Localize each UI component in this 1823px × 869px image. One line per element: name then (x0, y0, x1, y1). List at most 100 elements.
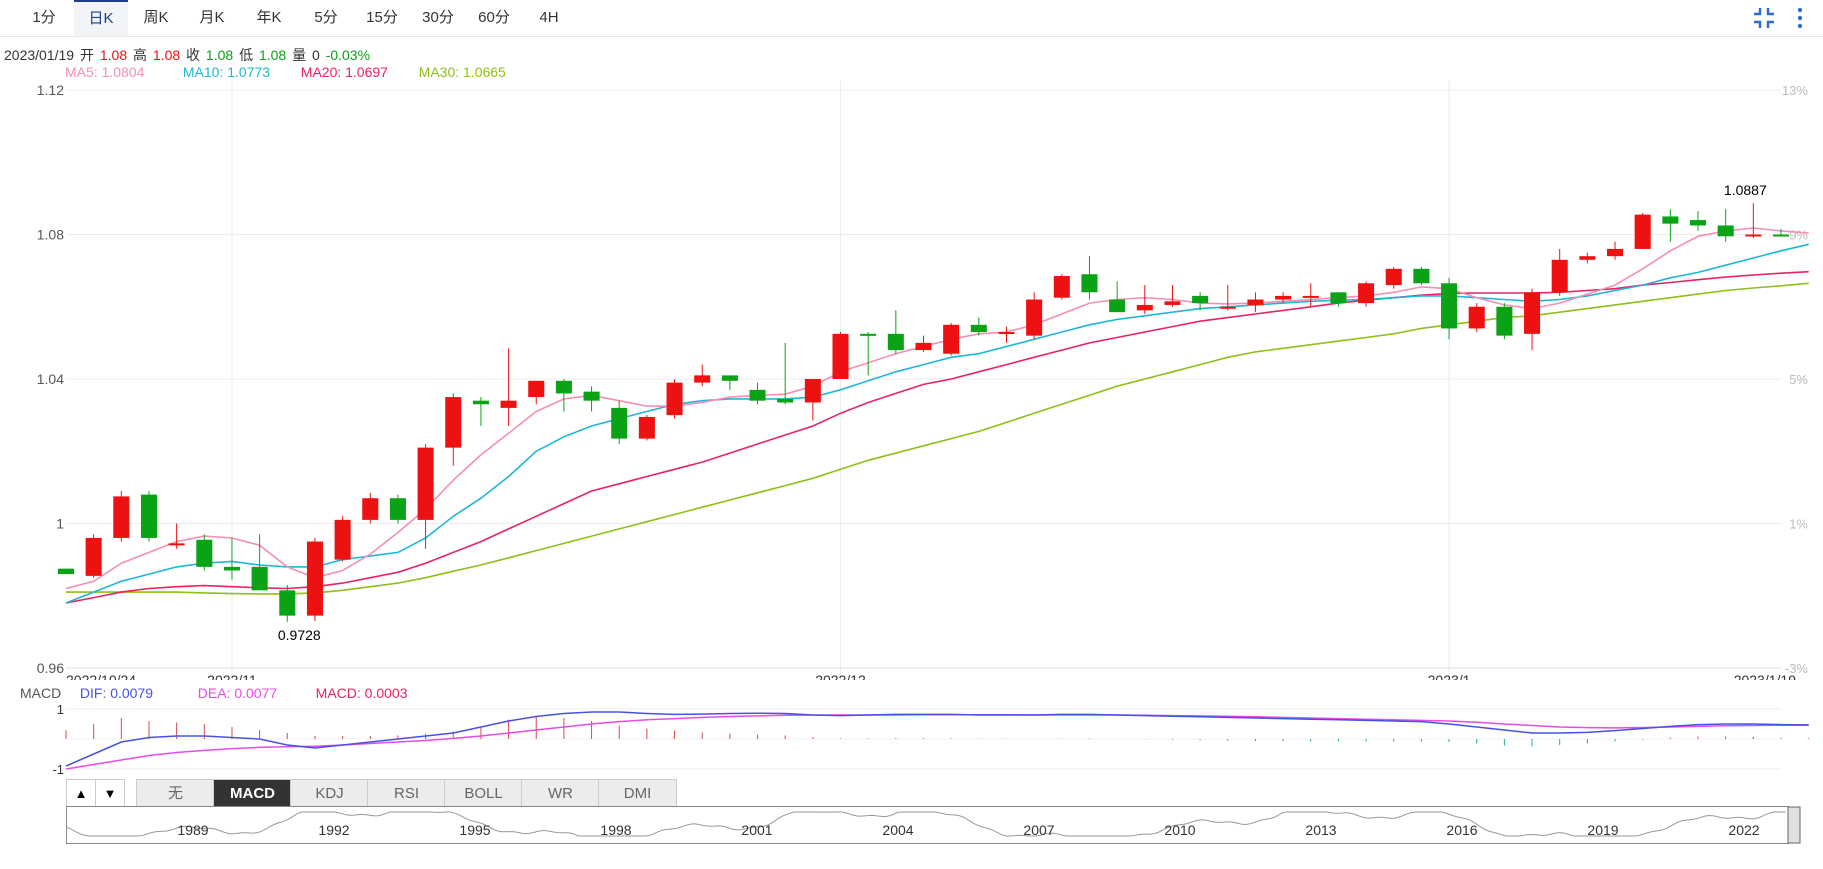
candle-body (1634, 214, 1651, 249)
scroll-down-button[interactable]: ▼ (95, 779, 125, 808)
candle (362, 492, 379, 524)
y-tick-label: 1 (56, 516, 64, 532)
candle-body (638, 416, 655, 439)
navigator-year-label: 2004 (882, 822, 913, 838)
candle (1689, 211, 1707, 231)
ma20-legend: MA20: 1.0697 (300, 64, 388, 80)
candle (168, 523, 185, 549)
candle (1662, 209, 1679, 242)
info-date: 2023/01/19 (4, 47, 75, 63)
candle (887, 310, 904, 354)
candle (860, 332, 877, 376)
tab-indicator-kdj[interactable]: KDJ (290, 779, 369, 808)
y-tick-label: 1.04 (37, 371, 64, 387)
navigator-year-label: 2010 (1164, 822, 1195, 838)
open-value: 1.08 (99, 47, 128, 63)
tab-5min[interactable]: 5分 (300, 0, 352, 36)
candle (638, 415, 655, 441)
collapse-icon[interactable] (1752, 6, 1776, 30)
candle (1441, 277, 1458, 340)
tab-indicator-dmi[interactable]: DMI (598, 779, 677, 808)
tab-weekly-k[interactable]: 周K (130, 0, 182, 36)
tab-indicator-rsi[interactable]: RSI (367, 779, 446, 808)
tab-indicator-none[interactable]: 无 (136, 779, 215, 808)
navigator-year-label: 1995 (459, 822, 490, 838)
high-label: 高 (133, 47, 147, 63)
ma5-legend: MA5: 1.0804 (65, 64, 145, 80)
tab-60min[interactable]: 60分 (466, 0, 522, 36)
price-annotation: 1.0887 (1724, 182, 1767, 198)
navigator-year-label: 1992 (318, 822, 349, 838)
candlestick-chart[interactable]: 1.121.081.0410.9613%9%5%1%-3%2022/10/24 2… (0, 80, 1823, 680)
candle (721, 375, 738, 390)
scroll-up-button[interactable]: ▲ (66, 779, 96, 808)
navigator-year-label: 2019 (1587, 822, 1618, 838)
range-navigator[interactable]: 1989 1992 1995 1998 2001 2004 2007 2010 2013 2016… (66, 806, 1812, 844)
candle (1136, 285, 1153, 314)
tab-indicator-boll[interactable]: BOLL (444, 779, 523, 808)
candle-body (389, 498, 406, 520)
macd-y-tick: 1 (57, 702, 64, 717)
tab-indicator-macd[interactable]: MACD (213, 779, 292, 808)
tab-daily-k[interactable]: 日K (74, 0, 128, 36)
volume-value: 0 (311, 47, 320, 63)
ma30-line (66, 282, 1809, 595)
candle-body (887, 333, 904, 351)
tab-30min[interactable]: 30分 (410, 0, 466, 36)
candle (1717, 209, 1734, 242)
candle-body (168, 543, 185, 546)
macd-y-tick: -1 (52, 762, 64, 777)
candle-body (528, 380, 545, 398)
pct-tick-label: 5% (1789, 372, 1808, 387)
candle-body (1413, 268, 1430, 284)
navigator-handle (1787, 806, 1801, 844)
candle (832, 332, 849, 379)
candle-body (1717, 225, 1734, 237)
tab-yearly-k[interactable]: 年K (243, 0, 295, 36)
candle-body (583, 391, 600, 401)
candle (140, 490, 158, 542)
candle-body (1219, 306, 1236, 309)
y-tick-label: 1.12 (37, 82, 64, 98)
tab-15min[interactable]: 15分 (354, 0, 410, 36)
ma5-line (65, 227, 1809, 590)
low-label: 低 (239, 47, 254, 63)
ma20-line (65, 270, 1809, 604)
close-label: 收 (186, 47, 201, 63)
x-tick-label: 2022/12 (815, 672, 866, 680)
candle (196, 534, 213, 571)
candle (251, 534, 268, 591)
candle (915, 335, 932, 352)
navigator-year-label: 2001 (741, 822, 772, 838)
candle-body (1524, 292, 1541, 334)
high-value: 1.08 (152, 47, 181, 63)
candle-body (1302, 295, 1319, 298)
candle-body (140, 494, 158, 538)
candle (1579, 252, 1596, 264)
candle-body (1441, 283, 1458, 329)
tab-4h[interactable]: 4H (524, 0, 574, 36)
candle-body (1026, 299, 1043, 336)
y-tick-label: 0.96 (37, 660, 64, 676)
tab-monthly-k[interactable]: 月K (186, 0, 238, 36)
close-value: 1.08 (205, 47, 234, 63)
more-vertical-icon[interactable] (1794, 6, 1806, 30)
candle-body (1081, 274, 1098, 293)
candle (1607, 241, 1624, 260)
candle (279, 584, 296, 622)
candle-body (1468, 306, 1485, 329)
candle-body (500, 400, 517, 408)
tab-indicator-wr[interactable]: WR (521, 779, 600, 808)
candle (1413, 267, 1430, 286)
candle-body (1247, 299, 1264, 305)
price-annotation: 0.9728 (278, 627, 321, 643)
open-label: 开 (79, 47, 94, 63)
navigator-year-label: 1998 (600, 822, 631, 838)
candle (555, 379, 572, 412)
tab-1min[interactable]: 1分 (18, 0, 70, 36)
candle-body (113, 496, 130, 538)
x-tick-label: 2022/10/24 (66, 672, 136, 680)
candle (694, 364, 711, 387)
y-tick-label: 1.08 (37, 227, 64, 243)
candle (1081, 256, 1098, 300)
